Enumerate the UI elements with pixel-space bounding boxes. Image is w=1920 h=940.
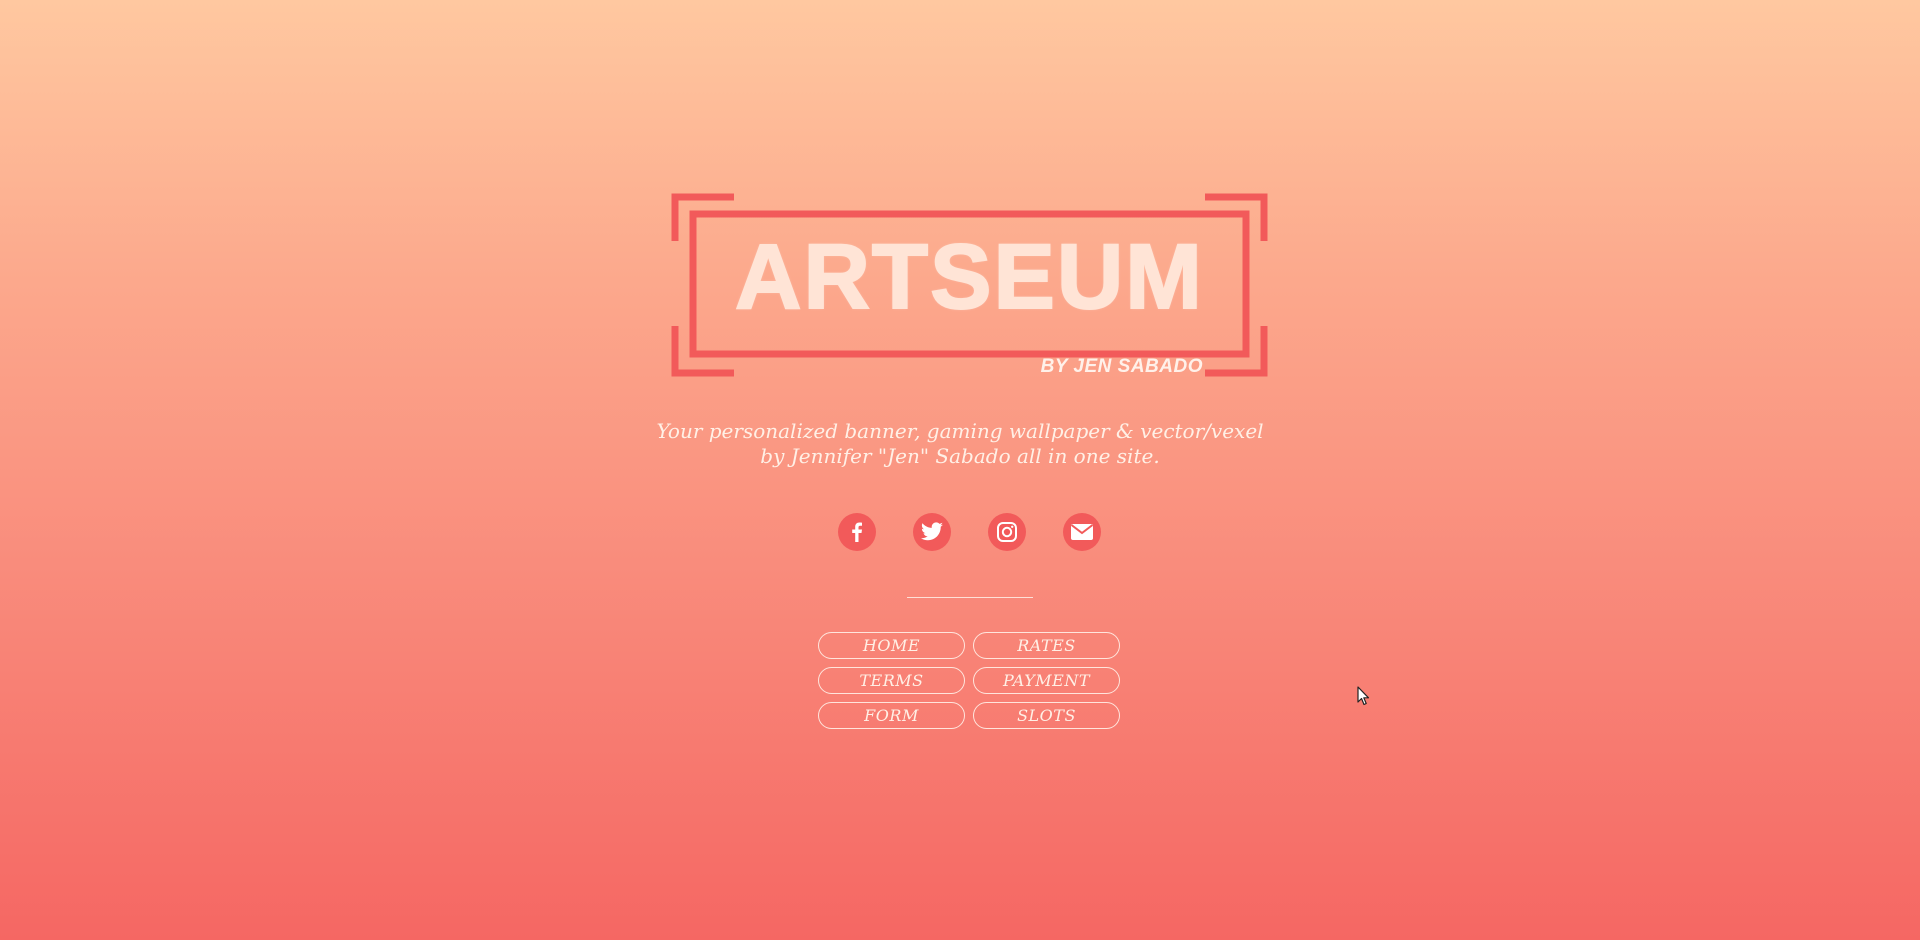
nav-terms-button[interactable]: TERMS xyxy=(818,667,965,694)
tagline-line-1: Your personalized banner, gaming wallpap… xyxy=(656,419,1264,443)
social-links xyxy=(838,513,1102,553)
instagram-icon xyxy=(997,522,1017,542)
nav-payment-button[interactable]: PAYMENT xyxy=(973,667,1120,694)
instagram-button[interactable] xyxy=(988,513,1026,551)
mouse-cursor-icon xyxy=(1357,686,1371,710)
tagline-line-2: by Jennifer "Jen" Sabado all in one site… xyxy=(760,444,1160,468)
main-nav: HOME RATES TERMS PAYMENT FORM SLOTS xyxy=(818,632,1123,732)
nav-rates-button[interactable]: RATES xyxy=(973,632,1120,659)
email-button[interactable] xyxy=(1063,513,1101,551)
site-logo[interactable]: ARTSEUM BY JEN SABADO xyxy=(671,193,1268,378)
twitter-button[interactable] xyxy=(913,513,951,551)
facebook-icon xyxy=(852,522,862,542)
divider xyxy=(907,597,1033,598)
nav-form-button[interactable]: FORM xyxy=(818,702,965,729)
facebook-button[interactable] xyxy=(838,513,876,551)
nav-slots-button[interactable]: SLOTS xyxy=(973,702,1120,729)
page: ARTSEUM BY JEN SABADO Your personalized … xyxy=(0,0,1920,940)
nav-home-button[interactable]: HOME xyxy=(818,632,965,659)
logo-title: ARTSEUM xyxy=(734,225,1204,329)
logo-subtitle: BY JEN SABADO xyxy=(1040,356,1203,377)
twitter-icon xyxy=(921,522,943,541)
email-icon xyxy=(1070,524,1094,540)
tagline: Your personalized banner, gaming wallpap… xyxy=(560,419,1360,469)
